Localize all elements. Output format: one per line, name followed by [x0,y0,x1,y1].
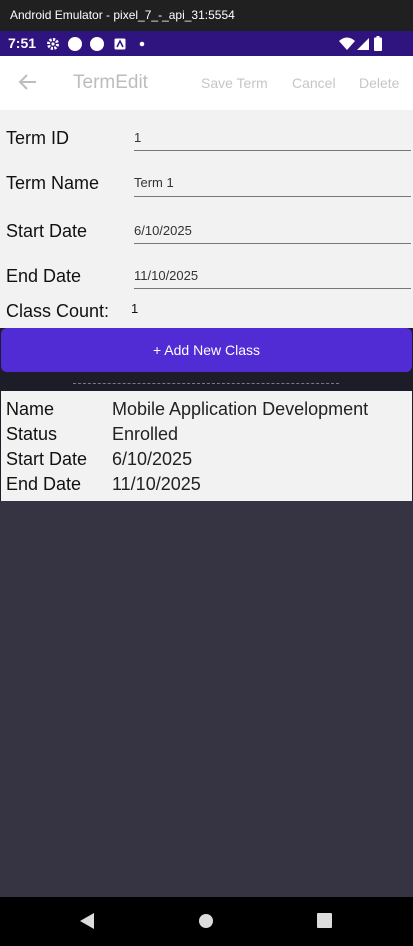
cell-signal-icon [357,31,369,56]
end-date-label: End Date [6,266,82,286]
end-date-picker[interactable]: 11/10/2025 [134,265,411,289]
class-name-label: Name [6,399,55,419]
add-new-class-button[interactable]: + Add New Class [1,328,412,372]
term-id-label: Term ID [6,128,69,148]
back-arrow-icon[interactable] [16,70,40,94]
term-name-label: Term Name [6,173,100,193]
emulator-title: Android Emulator - pixel_7_-_api_31:5554 [10,8,235,22]
empty-content-area [0,501,413,897]
class-start-date-value: 6/10/2025 [112,449,193,469]
status-bar: 7:51 [0,31,413,56]
class-end-date-value: 11/10/2025 [112,474,201,494]
class-count-value: 1 [131,301,139,316]
add-new-class-label: + Add New Class [153,342,260,358]
notification-dot-icon [67,31,83,56]
term-name-field[interactable]: Term 1 [134,173,411,197]
start-date-label: Start Date [6,221,88,241]
page-title: TermEdit [73,72,148,93]
divider [73,383,339,384]
system-navigation-bar [0,897,413,946]
start-date-picker[interactable]: 6/10/2025 [134,220,411,244]
class-count-label: Class Count: [6,301,110,321]
class-name-value: Mobile Application Development [112,399,369,419]
class-list-item[interactable]: Name Mobile Application Development Stat… [1,391,412,501]
class-start-date-label: Start Date [6,449,88,469]
status-time: 7:51 [8,35,37,51]
delete-button[interactable]: Delete [359,56,399,110]
settings-icon [46,31,60,56]
nav-back-icon[interactable] [79,913,95,934]
app-toolbar: TermEdit Save Term Cancel Delete [0,56,413,110]
term-form: Term ID 1 Term Name Term 1 Start Date 6/… [0,110,413,328]
more-notifications-icon [139,31,145,56]
app-notification-icon [114,31,126,56]
class-status-label: Status [6,424,58,444]
term-id-field[interactable]: 1 [134,128,411,151]
class-end-date-label: End Date [6,474,82,494]
battery-icon [374,31,382,56]
emulator-title-bar: Android Emulator - pixel_7_-_api_31:5554 [0,0,413,31]
save-term-button[interactable]: Save Term [201,56,268,110]
notification-dot-icon [89,31,105,56]
nav-home-icon[interactable] [198,913,214,934]
wifi-icon [339,31,355,56]
cancel-button[interactable]: Cancel [292,56,336,110]
nav-recents-icon[interactable] [317,913,332,933]
class-status-value: Enrolled [112,424,179,444]
